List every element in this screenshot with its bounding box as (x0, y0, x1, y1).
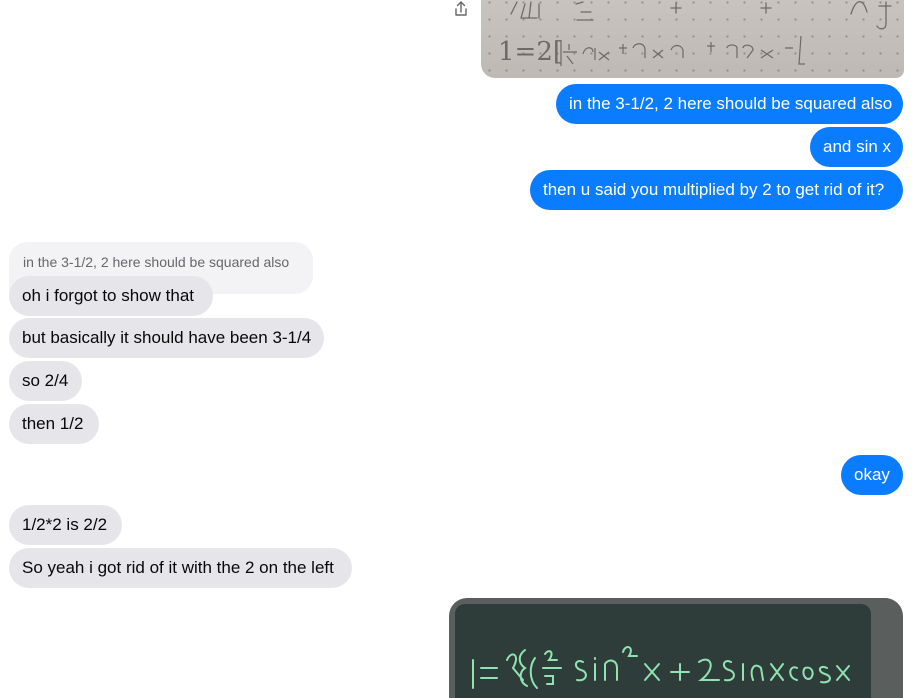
message-bubble-incoming[interactable]: So yeah i got rid of it with the 2 on th… (9, 548, 352, 588)
handwritten-math-image: 1=2[ (498, 1, 892, 67)
message-bubble-incoming[interactable]: so 2/4 (9, 361, 82, 401)
photo-attachment-math-notes[interactable]: 1=2[ (481, 0, 904, 78)
share-icon[interactable] (452, 0, 470, 18)
svg-text:1=2[: 1=2[ (498, 37, 563, 67)
photo-attachment-tablet-math[interactable] (449, 598, 903, 698)
message-bubble-incoming[interactable]: oh i forgot to show that (9, 276, 213, 316)
message-bubble-incoming[interactable]: but basically it should have been 3-1/4 (9, 318, 324, 358)
message-bubble-incoming[interactable]: 1/2*2 is 2/2 (9, 505, 122, 545)
message-bubble-incoming[interactable]: then 1/2 (9, 404, 99, 444)
message-bubble-outgoing[interactable]: in the 3-1/2, 2 here should be squared a… (556, 84, 903, 124)
message-bubble-outgoing[interactable]: then u said you multiplied by 2 to get r… (530, 170, 903, 210)
handwritten-math-image (472, 646, 850, 689)
message-bubble-outgoing[interactable]: and sin x (810, 127, 903, 167)
reply-quote-text: in the 3-1/2, 2 here should be squared a… (23, 254, 290, 270)
message-bubble-outgoing[interactable]: okay (841, 455, 903, 495)
